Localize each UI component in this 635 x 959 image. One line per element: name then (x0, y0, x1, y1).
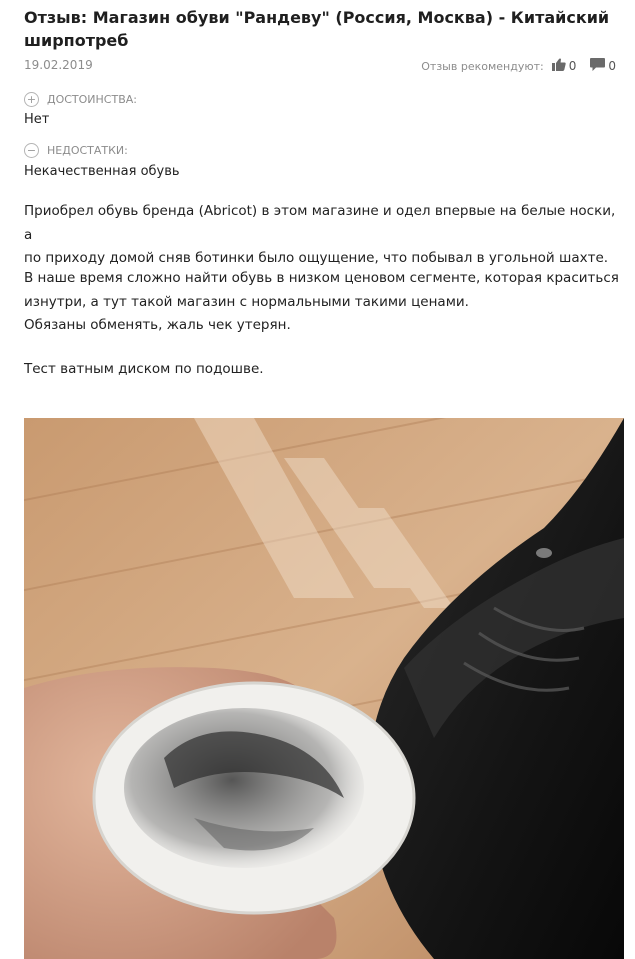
review-paragraph-1: Приобрел обувь бренда (Abricot) в этом м… (24, 203, 616, 266)
cons-label: НЕДОСТАТКИ: (47, 144, 128, 157)
recommend-label: Отзыв рекомендуют: (421, 59, 544, 73)
thumbs-up-icon[interactable] (551, 58, 566, 74)
cons-text: Некачественная обувь (24, 164, 180, 179)
pros-label: ДОСТОИНСТВА: (47, 93, 137, 106)
comments-count: 0 (608, 59, 616, 73)
review-meta: 19.02.2019 Отзыв рекомендуют: 0 0 (24, 58, 616, 76)
review-page: Отзыв: Магазин обуви "Рандеву" (Россия, … (0, 0, 635, 959)
likes-count: 0 (568, 59, 577, 73)
review-date: 19.02.2019 (24, 58, 93, 72)
photo-illustration (24, 418, 624, 959)
comment-icon[interactable] (590, 58, 606, 74)
pros-text: Нет (24, 112, 50, 127)
plus-circle-icon: + (24, 92, 39, 107)
minus-circle-icon: − (24, 143, 39, 158)
review-photo[interactable] (24, 418, 624, 959)
recommend-block: Отзыв рекомендуют: 0 0 (421, 58, 616, 74)
review-paragraph-2: В наше время сложно найти обувь в низком… (24, 270, 619, 333)
review-paragraph-3: Тест ватным диском по подошве. (24, 361, 264, 377)
review-title: Отзыв: Магазин обуви "Рандеву" (Россия, … (24, 8, 610, 50)
pros-label-row: + ДОСТОИНСТВА: (24, 92, 137, 107)
cons-label-row: − НЕДОСТАТКИ: (24, 143, 128, 158)
